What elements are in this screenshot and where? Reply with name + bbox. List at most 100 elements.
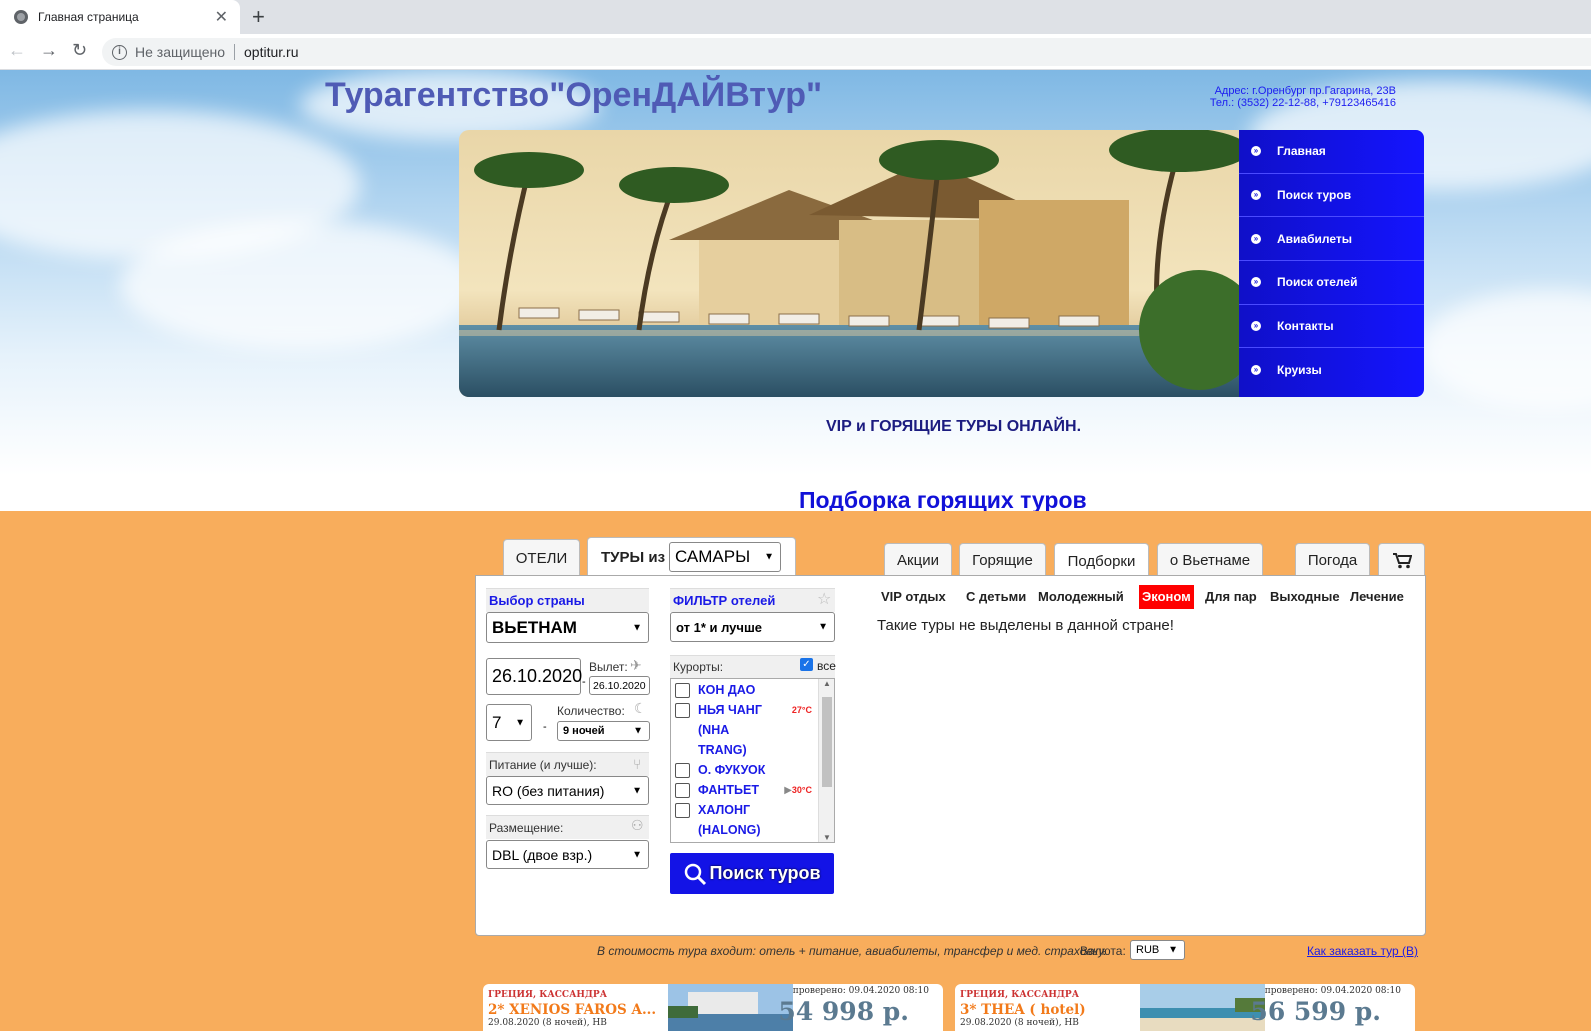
chevron-icon: » [1251, 321, 1261, 332]
chevron-icon: » [1251, 233, 1261, 244]
offer-dates: 29.08.2020 (8 ночей), НВ [960, 1018, 1079, 1028]
main-menu: » Главная » Поиск туров » Авиабилеты » Поиск… [1239, 130, 1424, 397]
vip-headline: VIP и ГОРЯЩИЕ ТУРЫ ОНЛАЙН. [826, 418, 1082, 435]
tab-promotions[interactable]: Акции [884, 543, 952, 577]
nights-from-select[interactable]: 7 ▼ [486, 704, 532, 741]
offer-card[interactable]: ГРЕЦИЯ, КАССАНДРА 3* THEA ( hotel) 29.08… [955, 984, 1415, 1031]
room-select[interactable]: DBL (двое взр.) ▼ [486, 840, 649, 869]
subcat-vip[interactable]: VIP отдых [881, 585, 946, 609]
chevron-icon: » [1251, 365, 1261, 376]
currency-select[interactable]: RUB ▼ [1130, 940, 1185, 960]
subcat-weekend[interactable]: Выходные [1270, 585, 1340, 609]
subcat-economy[interactable]: Эконом [1139, 585, 1194, 609]
offer-dates: 29.08.2020 (8 ночей), НВ [488, 1018, 607, 1028]
all-resorts-checkbox[interactable]: ✓ [800, 658, 813, 671]
back-icon[interactable]: ← [8, 40, 26, 61]
resorts-scrollbar[interactable]: ▲ ▼ [818, 679, 834, 842]
all-resorts-label: все [817, 659, 836, 673]
currency-label: Валюта: [1080, 944, 1126, 958]
offer-checked: проверено: 09.04.2020 08:10 [1264, 986, 1401, 996]
chevron-down-icon: ▼ [632, 622, 642, 633]
banner-image [459, 130, 1239, 397]
reload-icon[interactable]: ↻ [72, 40, 87, 61]
subcat-couples[interactable]: Для пар [1205, 585, 1257, 609]
resort-checkbox[interactable] [675, 783, 690, 798]
separator [234, 44, 235, 60]
offer-checked: проверено: 09.04.2020 08:10 [792, 986, 929, 996]
menu-item-tour-search[interactable]: » Поиск туров [1239, 174, 1424, 218]
hot-tours-title: Подборка горящих туров [799, 487, 1087, 513]
subcat-treatment[interactable]: Лечение [1350, 585, 1404, 609]
address-bar: ← → ↻ i Не защищено optitur.ru [0, 34, 1591, 70]
resort-item[interactable]: НЬЯ ЧАНГ (NHA TRANG) 27°C [671, 700, 834, 760]
browser-tabbar: Главная страница ✕ + [0, 0, 1591, 34]
menu-item-contacts[interactable]: » Контакты [1239, 305, 1424, 349]
scroll-up-icon[interactable]: ▲ [823, 679, 831, 688]
departure-label: Вылет: [589, 660, 628, 674]
chevron-down-icon: ▼ [818, 621, 828, 633]
menu-item-cruises[interactable]: » Круизы [1239, 348, 1424, 392]
chevron-down-icon: ▼ [633, 725, 643, 737]
nights-to-select[interactable]: 9 ночей ▼ [557, 721, 650, 741]
resort-item[interactable]: КОН ДАО [671, 680, 834, 700]
cart-icon [1392, 553, 1412, 569]
resort-checkbox[interactable] [675, 763, 690, 778]
room-label: Размещение: [489, 821, 564, 835]
filter-label: ФИЛЬТР отелей [673, 593, 776, 608]
resort-item[interactable]: ХАЛОНГ (HALONG) [671, 800, 834, 840]
tab-tours[interactable]: ТУРЫ из САМАРЫ ▼ [587, 537, 796, 576]
chevron-down-icon: ▼ [764, 551, 775, 563]
temperature-badge: ▶30°C [784, 785, 812, 796]
departure-city-select[interactable]: САМАРЫ ▼ [669, 542, 782, 572]
tab-selections[interactable]: Подборки [1054, 543, 1149, 578]
country-label: Выбор страны [489, 593, 585, 608]
site-title: Турагентство"ОренДАЙВтур" [325, 76, 823, 114]
date-input[interactable]: 26.10.2020 [486, 658, 582, 695]
offer-location: ГРЕЦИЯ, КАССАНДРА [960, 990, 1080, 1000]
empty-message: Такие туры не выделены в данной стране! [877, 617, 1174, 634]
url-text[interactable]: optitur.ru [244, 44, 298, 60]
country-select[interactable]: ВЬЕТНАМ ▼ [486, 612, 649, 643]
scroll-thumb[interactable] [822, 697, 832, 787]
how-to-order-link[interactable]: Как заказать тур (В) [1307, 944, 1418, 958]
scroll-down-icon[interactable]: ▼ [823, 833, 831, 842]
resort-checkbox[interactable] [675, 683, 690, 698]
omnibox[interactable]: i Не защищено optitur.ru [102, 38, 1591, 66]
chevron-down-icon: ▼ [632, 849, 642, 860]
chevron-down-icon: ▼ [632, 785, 642, 796]
star-icon[interactable]: ☆ [817, 589, 831, 609]
menu-item-flights[interactable]: » Авиабилеты [1239, 217, 1424, 262]
tab-hot[interactable]: Горящие [959, 543, 1046, 577]
subcat-youth[interactable]: Молодежный [1038, 585, 1124, 609]
new-tab-icon[interactable]: + [252, 4, 265, 30]
resort-item[interactable]: О. ФУКУОК [671, 760, 834, 780]
search-tours-button[interactable]: Поиск туров [670, 853, 834, 894]
resort-item[interactable]: ФАНТЬЕТ ▶30°C [671, 780, 834, 800]
offer-photo [1140, 984, 1265, 1031]
menu-item-home[interactable]: » Главная [1239, 130, 1424, 174]
chevron-icon: » [1251, 277, 1261, 288]
chevron-icon: » [1251, 190, 1261, 201]
subcat-kids[interactable]: С детьми [966, 585, 1026, 609]
offer-card[interactable]: ГРЕЦИЯ, КАССАНДРА 2* XENIOS FAROS A... 2… [483, 984, 943, 1031]
magnifier-icon [685, 863, 707, 885]
moon-icon: ☾ [634, 700, 647, 716]
offer-hotel: 2* XENIOS FAROS A... [488, 1002, 657, 1018]
tab-hotels[interactable]: ОТЕЛИ [503, 539, 580, 576]
plane-icon: ✈ [630, 657, 642, 673]
resort-checkbox[interactable] [675, 703, 690, 718]
hotel-filter-select[interactable]: от 1* и лучше ▼ [670, 612, 835, 642]
resort-checkbox[interactable] [675, 803, 690, 818]
menu-item-hotel-search[interactable]: » Поиск отелей [1239, 261, 1424, 305]
cart-button[interactable] [1378, 543, 1425, 577]
meal-select[interactable]: RO (без питания) ▼ [486, 776, 649, 805]
departure-date-input[interactable]: 26.10.2020 [589, 676, 650, 695]
close-tab-icon[interactable]: ✕ [215, 7, 228, 27]
offer-hotel: 3* THEA ( hotel) [960, 1002, 1086, 1018]
tab-weather[interactable]: Погода [1295, 543, 1370, 577]
resorts-list[interactable]: КОН ДАО НЬЯ ЧАНГ (NHA TRANG) 27°C О. ФУК… [670, 678, 835, 843]
info-icon[interactable]: i [112, 44, 127, 60]
tab-about-vietnam[interactable]: о Вьетнаме [1157, 543, 1263, 577]
browser-tab[interactable]: Главная страница ✕ [0, 0, 240, 34]
forward-icon[interactable]: → [40, 40, 58, 61]
